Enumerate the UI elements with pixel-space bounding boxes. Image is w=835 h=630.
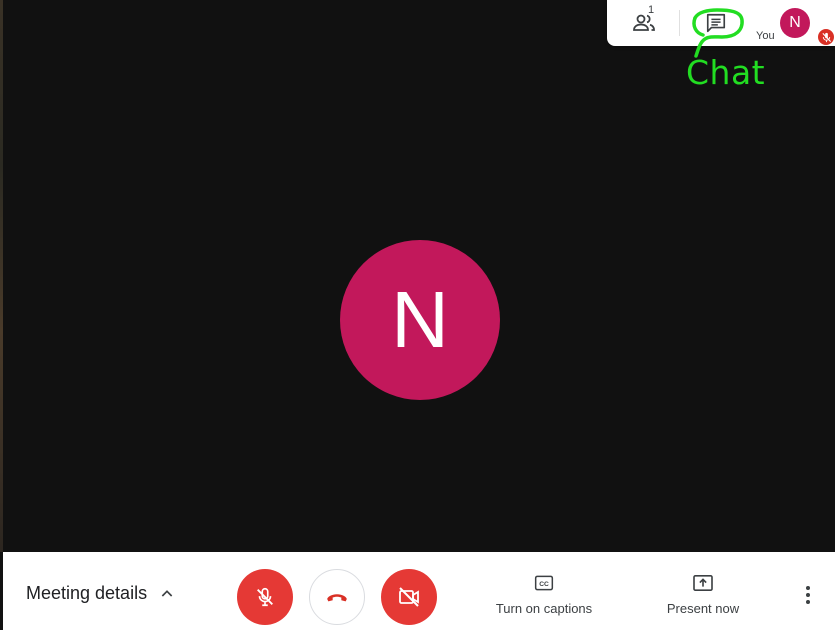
mic-off-icon [257,587,273,607]
captions-label: Turn on captions [495,601,593,616]
hangup-icon [327,594,347,602]
window-edge [0,0,3,552]
bottom-control-bar: Meeting details CC Turn on captions Pres… [3,552,835,630]
svg-text:CC: CC [539,581,549,588]
participants-count: 1 [648,4,655,16]
participants-button[interactable]: 1 [624,4,664,40]
self-avatar: N [780,8,810,38]
camera-toggle-button[interactable] [381,569,437,625]
mic-off-icon [821,32,831,42]
captions-icon: CC [534,575,554,591]
divider [679,10,680,36]
present-now-button[interactable]: Present now [658,574,748,616]
more-vert-icon [806,586,810,604]
present-icon [693,574,713,592]
present-now-label: Present now [666,601,740,616]
main-avatar: N [340,240,500,400]
microphone-toggle-button[interactable] [237,569,293,625]
self-mic-off-badge [818,29,834,45]
chevron-up-icon [161,589,173,597]
meeting-details-button[interactable]: Meeting details [26,583,175,604]
leave-call-button[interactable] [309,569,365,625]
captions-button[interactable]: CC Turn on captions [489,574,599,616]
more-options-button[interactable] [798,582,818,608]
chat-annotation-label: Chat [686,53,766,92]
meeting-details-label: Meeting details [26,583,148,603]
camera-off-icon [399,587,419,607]
